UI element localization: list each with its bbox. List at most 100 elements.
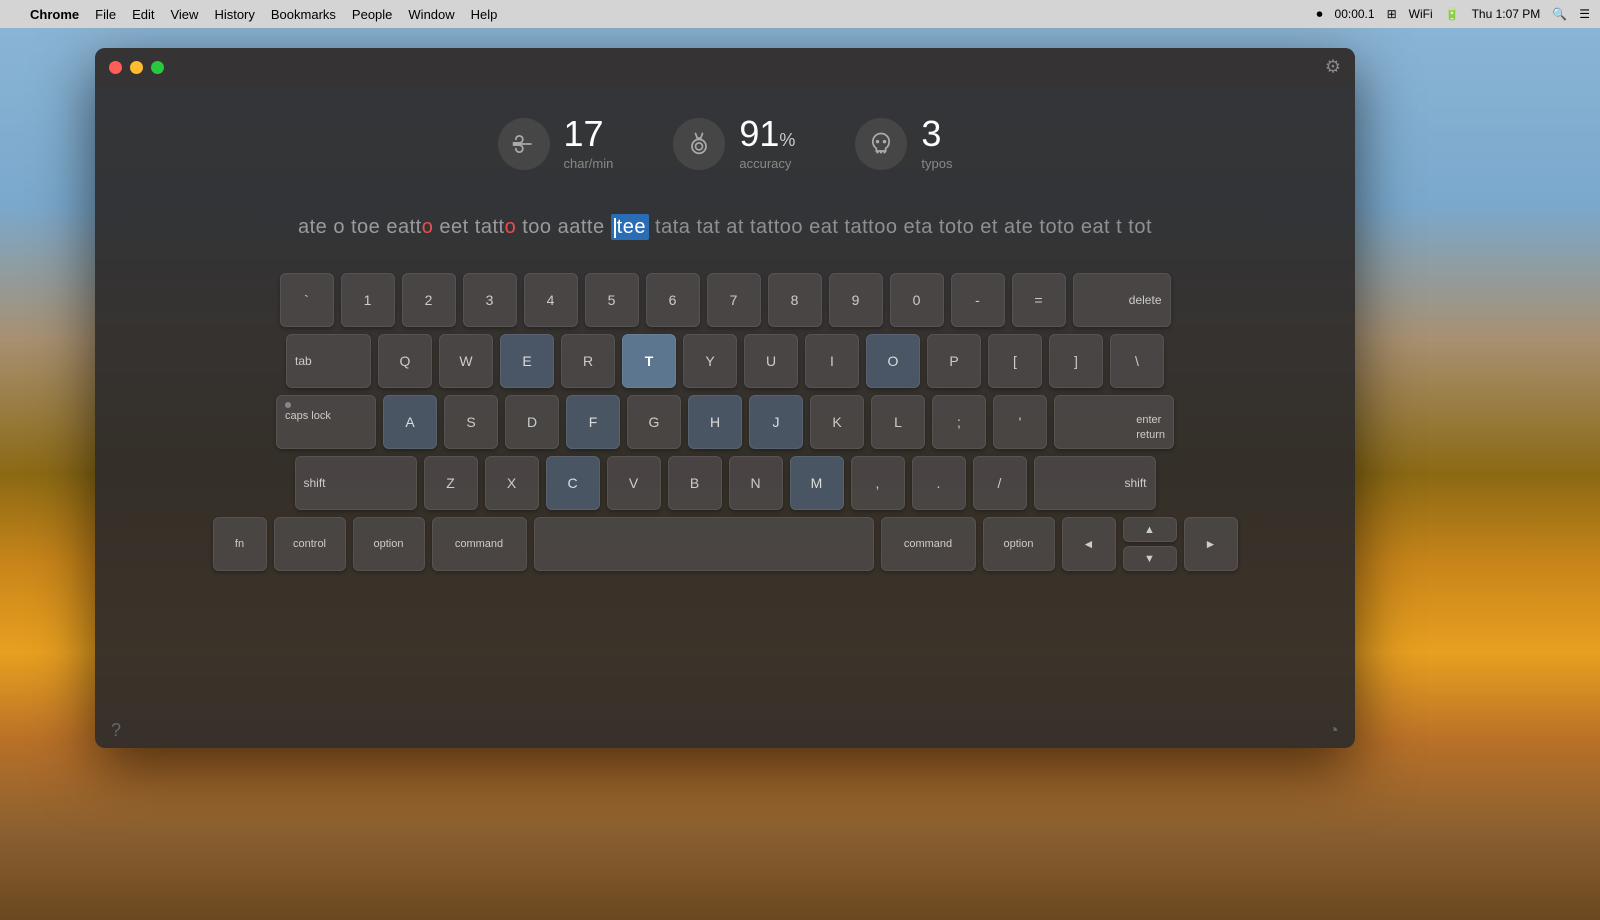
key-7[interactable]: 7: [707, 273, 761, 327]
key-8[interactable]: 8: [768, 273, 822, 327]
settings-gear-icon[interactable]: ⚙: [1325, 57, 1341, 78]
list-icon[interactable]: ☰: [1579, 7, 1590, 21]
key-shift-right[interactable]: shift: [1034, 456, 1156, 510]
accuracy-value: 91%: [739, 116, 795, 152]
key-x[interactable]: X: [485, 456, 539, 510]
key-fn[interactable]: fn: [213, 517, 267, 571]
key-f[interactable]: F: [566, 395, 620, 449]
key-option-right[interactable]: option: [983, 517, 1055, 571]
key-d[interactable]: D: [505, 395, 559, 449]
key-capslock[interactable]: caps lock: [276, 395, 376, 449]
key-z[interactable]: Z: [424, 456, 478, 510]
key-rbracket[interactable]: ]: [1049, 334, 1103, 388]
stat-typos: 3 typos: [855, 116, 952, 171]
key-5[interactable]: 5: [585, 273, 639, 327]
typing-text: ate o toe eatto eet tatto too aatte tee …: [298, 211, 1152, 243]
key-command-right[interactable]: command: [881, 517, 976, 571]
key-equals[interactable]: =: [1012, 273, 1066, 327]
upcoming-text: tata tat at tattoo eat tattoo eta toto e…: [655, 216, 1152, 238]
speed-value: 17: [564, 116, 614, 152]
key-6[interactable]: 6: [646, 273, 700, 327]
key-lbracket[interactable]: [: [988, 334, 1042, 388]
key-l[interactable]: L: [871, 395, 925, 449]
key-quote[interactable]: ': [993, 395, 1047, 449]
window-close-button[interactable]: [109, 61, 122, 74]
key-tab[interactable]: tab: [286, 334, 371, 388]
key-p[interactable]: P: [927, 334, 981, 388]
key-command-left[interactable]: command: [432, 517, 527, 571]
key-w[interactable]: W: [439, 334, 493, 388]
key-o[interactable]: O: [866, 334, 920, 388]
key-e[interactable]: E: [500, 334, 554, 388]
key-backslash[interactable]: \: [1110, 334, 1164, 388]
recording-indicator: ⏺: [1317, 7, 1323, 22]
key-comma[interactable]: ,: [851, 456, 905, 510]
key-row-bottom: fn control option command command option…: [213, 517, 1238, 571]
speed-text: 17 char/min: [564, 116, 614, 171]
key-backtick[interactable]: `: [280, 273, 334, 327]
menu-help[interactable]: Help: [471, 7, 498, 22]
desktop: ⚙ 17 char/min: [0, 28, 1600, 920]
window-minimize-button[interactable]: [130, 61, 143, 74]
key-0[interactable]: 0: [890, 273, 944, 327]
key-option-left[interactable]: option: [353, 517, 425, 571]
key-minus[interactable]: -: [951, 273, 1005, 327]
key-4[interactable]: 4: [524, 273, 578, 327]
typos-text: 3 typos: [921, 116, 952, 171]
key-arrow-down[interactable]: ▼: [1123, 546, 1177, 571]
key-semicolon[interactable]: ;: [932, 395, 986, 449]
key-t[interactable]: T: [622, 334, 676, 388]
key-2[interactable]: 2: [402, 273, 456, 327]
key-r[interactable]: R: [561, 334, 615, 388]
key-1[interactable]: 1: [341, 273, 395, 327]
menu-file[interactable]: File: [95, 7, 116, 22]
key-v[interactable]: V: [607, 456, 661, 510]
app-name[interactable]: Chrome: [30, 7, 79, 22]
search-icon[interactable]: 🔍: [1552, 7, 1567, 21]
key-a[interactable]: A: [383, 395, 437, 449]
help-button[interactable]: ?: [111, 720, 121, 741]
wifi-icon: WiFi: [1409, 7, 1433, 21]
key-m[interactable]: M: [790, 456, 844, 510]
key-n[interactable]: N: [729, 456, 783, 510]
menu-edit[interactable]: Edit: [132, 7, 154, 22]
typos-label: typos: [921, 156, 952, 171]
key-9[interactable]: 9: [829, 273, 883, 327]
menu-bookmarks[interactable]: Bookmarks: [271, 7, 336, 22]
key-shift-left[interactable]: shift: [295, 456, 417, 510]
key-control[interactable]: control: [274, 517, 346, 571]
key-arrow-right[interactable]: ►: [1184, 517, 1238, 571]
typing-area[interactable]: ate o toe eatto eet tatto too aatte tee …: [95, 191, 1355, 263]
key-h[interactable]: H: [688, 395, 742, 449]
key-arrow-left[interactable]: ◄: [1062, 517, 1116, 571]
key-3[interactable]: 3: [463, 273, 517, 327]
stats-chart-icon[interactable]: ◔: [1328, 720, 1339, 741]
keyboard-container: ` 1 2 3 4 5 6 7 8 9 0 - = delete: [95, 263, 1355, 591]
key-i[interactable]: I: [805, 334, 859, 388]
key-enter[interactable]: enterreturn: [1054, 395, 1174, 449]
key-k[interactable]: K: [810, 395, 864, 449]
key-j[interactable]: J: [749, 395, 803, 449]
key-arrow-up[interactable]: ▲: [1123, 517, 1177, 542]
key-period[interactable]: .: [912, 456, 966, 510]
key-space[interactable]: [534, 517, 874, 571]
key-y[interactable]: Y: [683, 334, 737, 388]
key-c[interactable]: C: [546, 456, 600, 510]
key-g[interactable]: G: [627, 395, 681, 449]
menu-window[interactable]: Window: [408, 7, 454, 22]
key-u[interactable]: U: [744, 334, 798, 388]
menu-view[interactable]: View: [170, 7, 198, 22]
battery-icon: 🔋: [1445, 7, 1460, 21]
speed-label: char/min: [564, 156, 614, 171]
key-row-asdf: caps lock A S D F G H J K L ; ' enterret…: [276, 395, 1174, 449]
menu-history[interactable]: History: [214, 7, 254, 22]
key-delete[interactable]: delete: [1073, 273, 1171, 327]
key-b[interactable]: B: [668, 456, 722, 510]
menu-people[interactable]: People: [352, 7, 392, 22]
key-s[interactable]: S: [444, 395, 498, 449]
key-q[interactable]: Q: [378, 334, 432, 388]
datetime: Thu 1:07 PM: [1472, 7, 1541, 21]
window-maximize-button[interactable]: [151, 61, 164, 74]
key-slash[interactable]: /: [973, 456, 1027, 510]
key-row-numbers: ` 1 2 3 4 5 6 7 8 9 0 - = delete: [280, 273, 1171, 327]
